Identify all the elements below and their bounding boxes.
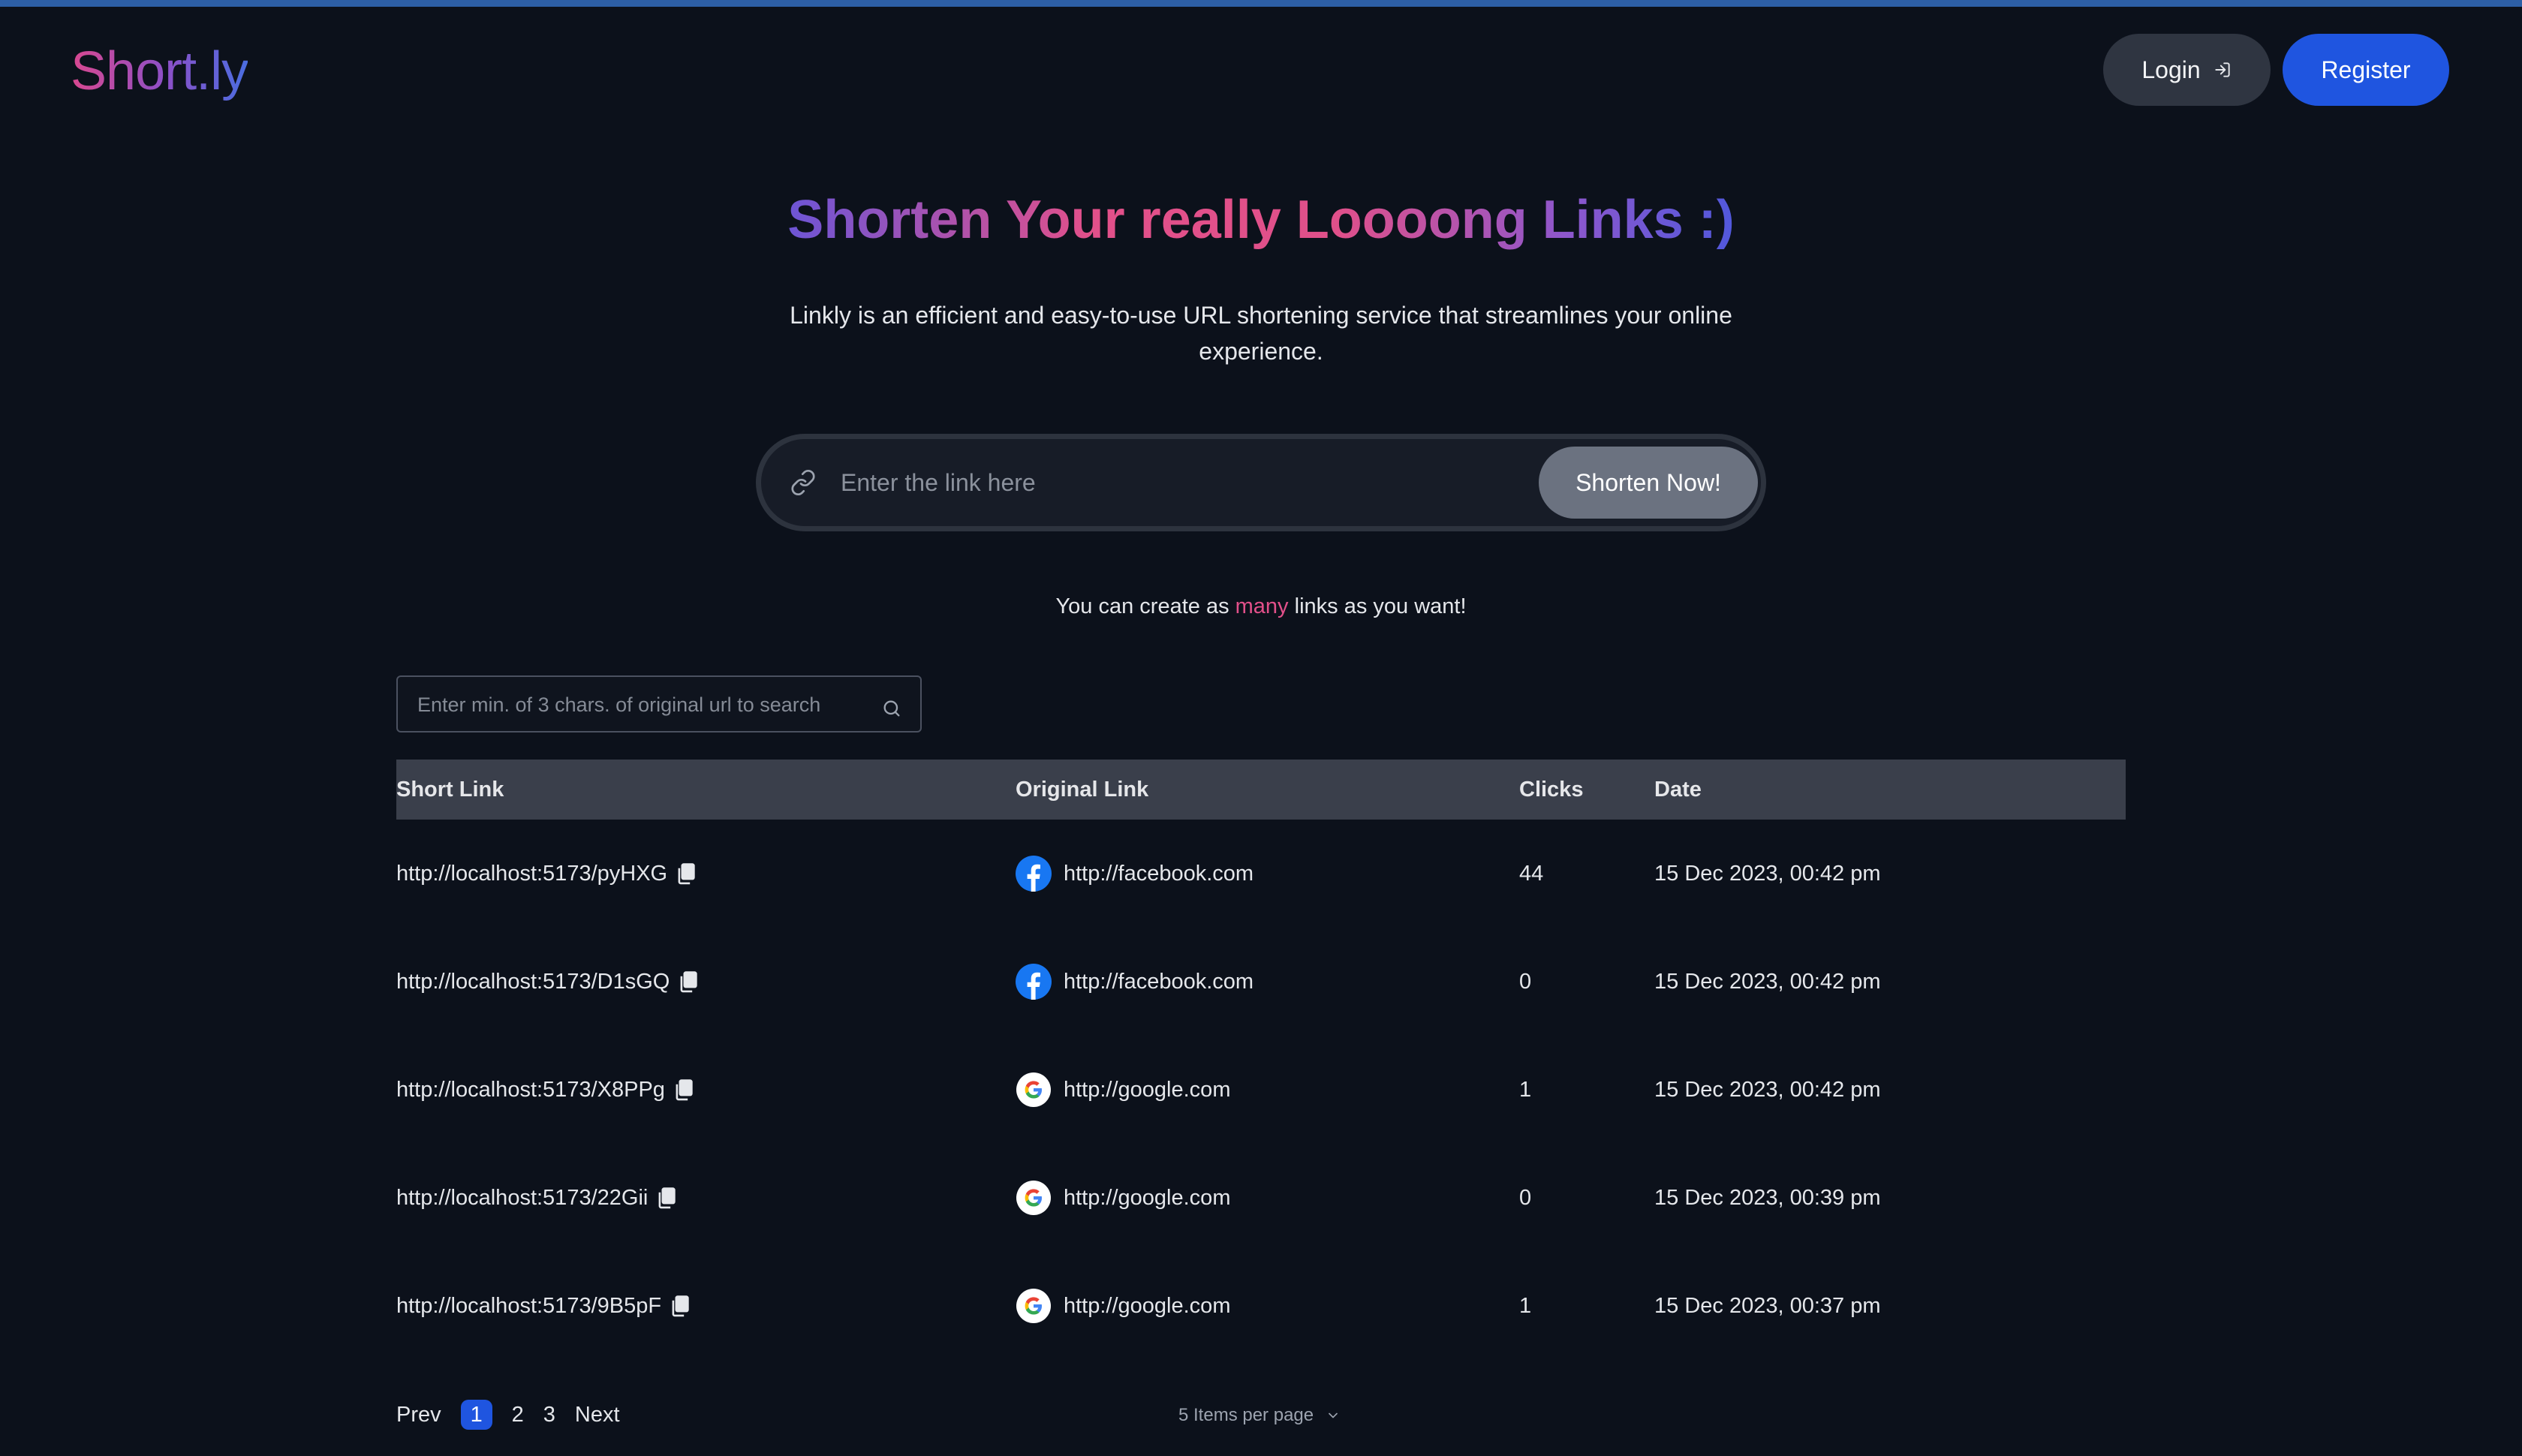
short-link[interactable]: http://localhost:5173/9B5pF <box>396 1294 661 1319</box>
short-link[interactable]: http://localhost:5173/pyHXG <box>396 862 667 886</box>
search-field <box>396 675 922 733</box>
original-link-cell: http://facebook.com <box>1016 928 1253 1036</box>
items-per-page-label: 5 Items per page <box>1178 1405 1314 1425</box>
prev-page-button[interactable]: Prev <box>396 1403 441 1427</box>
short-link-cell: http://localhost:5173/pyHXG <box>396 820 696 928</box>
original-link-cell: http://google.com <box>1016 1252 1230 1360</box>
header-original-link: Original Link <box>1016 778 1149 802</box>
original-link[interactable]: http://facebook.com <box>1064 970 1253 994</box>
clicks-cell: 0 <box>1519 969 1532 994</box>
chevron-down-icon <box>1329 1412 1338 1418</box>
table-row: http://localhost:5173/22Gii http://google… <box>396 1144 2126 1252</box>
google-icon <box>1016 1180 1052 1216</box>
short-link[interactable]: http://localhost:5173/X8PPg <box>396 1078 665 1103</box>
register-button[interactable]: Register <box>2283 34 2449 106</box>
top-accent-bar <box>0 0 2522 7</box>
page-button-2[interactable]: 2 <box>512 1403 524 1427</box>
table-header: Short Link Original Link Clicks Date <box>396 760 2126 820</box>
google-icon <box>1016 1288 1052 1324</box>
short-link-cell: http://localhost:5173/X8PPg <box>396 1036 694 1144</box>
date-cell: 15 Dec 2023, 00:42 pm <box>1654 861 1881 886</box>
copy-icon[interactable] <box>657 1187 676 1209</box>
date-cell: 15 Dec 2023, 00:39 pm <box>1654 1185 1881 1210</box>
date-cell: 15 Dec 2023, 00:42 pm <box>1654 969 1881 994</box>
header-clicks: Clicks <box>1519 778 1584 802</box>
copy-icon[interactable] <box>676 862 696 885</box>
facebook-icon <box>1016 856 1052 892</box>
table-row: http://localhost:5173/9B5pF http://google… <box>396 1252 2126 1360</box>
create-links-note: You can create as many links as you want… <box>0 591 2522 621</box>
table-row: http://localhost:5173/X8PPg http://google… <box>396 1036 2126 1144</box>
note-text-accent: many <box>1235 594 1289 618</box>
hero-description: Linkly is an efficient and easy-to-use U… <box>790 302 1732 365</box>
page-button-3[interactable]: 3 <box>543 1403 555 1427</box>
header-date: Date <box>1654 778 1702 802</box>
short-link[interactable]: http://localhost:5173/D1sGQ <box>396 970 670 994</box>
link-input[interactable] <box>839 456 1530 510</box>
search-icon[interactable] <box>881 698 902 719</box>
login-icon <box>2214 62 2230 77</box>
page-button-1[interactable]: 1 <box>460 1400 492 1430</box>
hero-title-text: Shorten Your really Loooong Links :) <box>787 190 1735 250</box>
short-link-cell: http://localhost:5173/22Gii <box>396 1144 676 1252</box>
login-button[interactable]: Login <box>2103 34 2271 106</box>
original-link-cell: http://facebook.com <box>1016 820 1253 928</box>
table-row: http://localhost:5173/D1sGQ http://facebo… <box>396 928 2126 1036</box>
original-link-cell: http://google.com <box>1016 1144 1230 1252</box>
shorten-now-button[interactable]: Shorten Now! <box>1539 447 1758 519</box>
original-link[interactable]: http://google.com <box>1064 1186 1230 1211</box>
date-cell: 15 Dec 2023, 00:37 pm <box>1654 1293 1881 1318</box>
header-short-link: Short Link <box>396 778 504 802</box>
short-link-cell: http://localhost:5173/D1sGQ <box>396 928 698 1036</box>
copy-icon[interactable] <box>679 970 698 993</box>
short-link[interactable]: http://localhost:5173/22Gii <box>396 1186 648 1211</box>
hero-title: Shorten Your really Loooong Links :) <box>0 186 2522 254</box>
original-link[interactable]: http://facebook.com <box>1064 862 1253 886</box>
short-link-cell: http://localhost:5173/9B5pF <box>396 1252 690 1360</box>
clicks-cell: 44 <box>1519 861 1544 886</box>
copy-icon[interactable] <box>674 1078 694 1101</box>
date-cell: 15 Dec 2023, 00:42 pm <box>1654 1077 1881 1102</box>
clicks-cell: 1 <box>1519 1293 1532 1318</box>
note-text-before: You can create as <box>1055 594 1229 618</box>
clicks-cell: 1 <box>1519 1077 1532 1102</box>
items-per-page-select[interactable]: 5 Items per page <box>1178 1400 1341 1430</box>
facebook-icon <box>1016 964 1052 1000</box>
search-input[interactable] <box>416 686 866 723</box>
original-link[interactable]: http://google.com <box>1064 1078 1230 1103</box>
shorten-form: Shorten Now! <box>756 434 1766 531</box>
login-button-label: Login <box>2141 56 2201 83</box>
logo[interactable]: Short.ly <box>71 39 248 104</box>
link-icon <box>791 469 815 496</box>
original-link[interactable]: http://google.com <box>1064 1294 1230 1319</box>
original-link-cell: http://google.com <box>1016 1036 1230 1144</box>
pagination: Prev 1 2 3 Next <box>396 1396 640 1433</box>
table-row: http://localhost:5173/pyHXG http://facebo… <box>396 820 2126 928</box>
next-page-button[interactable]: Next <box>575 1403 620 1427</box>
clicks-cell: 0 <box>1519 1185 1532 1210</box>
google-icon <box>1016 1072 1052 1108</box>
copy-icon[interactable] <box>670 1295 690 1317</box>
note-text-after: links as you want! <box>1294 594 1467 618</box>
